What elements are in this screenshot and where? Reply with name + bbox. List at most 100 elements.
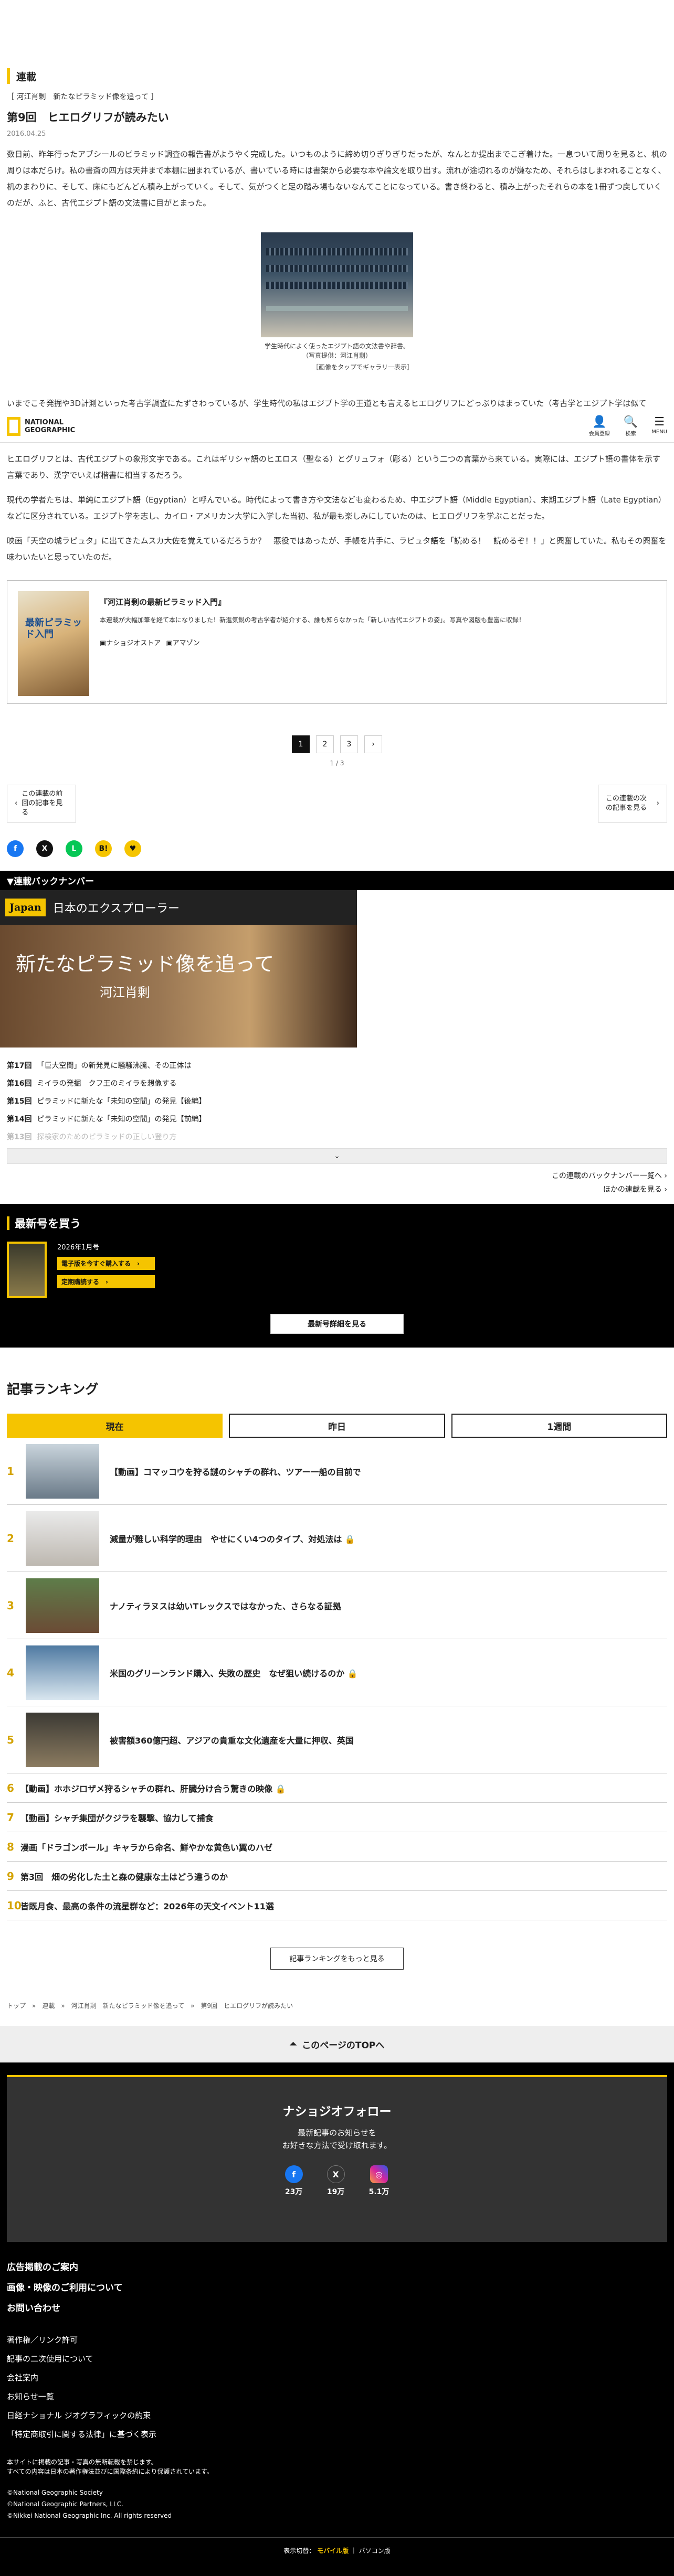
ranking-item[interactable]: 10 皆既月食、最高の条件の流星群など：2026年の天文イベント11選 [7,1891,667,1920]
ranking-item[interactable]: 1 【動画】コマッコウを狩る謎のシャチの群れ、ツアー一船の目前で [7,1438,667,1505]
site-header: NATIONAL GEOGRAPHIC 👤 会員登録 🔍 検索 ☰ MENU [0,410,674,443]
natgeo-store-link[interactable]: ▣ナショジオストア [100,637,161,647]
ranking-more-button[interactable]: 記事ランキングをもっと見る [270,1948,404,1970]
book-cover[interactable]: 最新ピラミッド入門 [18,591,89,696]
member-button[interactable]: 👤 会員登録 [589,415,610,437]
series-heading: 連載 [7,68,667,84]
book-description: 本連載が大幅加筆を経て本になりました！新進気鋭の考古学者が紹介する、誰も知らなか… [100,616,525,624]
series-name-link[interactable]: ［ 河江肖剰 新たなピラミッド像を追って ］ [7,91,667,102]
tab-week[interactable]: 1週間 [451,1414,667,1438]
mobile-view-link[interactable]: モバイル版 [317,2547,349,2554]
footer-link[interactable]: 日経ナショナル ジオグラフィックの約束 [7,2406,667,2425]
subscribe-button[interactable]: 定期購読する › [57,1275,155,1288]
banner-title: 日本のエクスプローラー [52,902,180,915]
back-to-top-button[interactable]: ⏶ このページのTOPへ [0,2026,674,2062]
magazine-cover[interactable] [7,1242,47,1298]
share-buttons: f X L B! ♥ [7,840,667,857]
ranking-item[interactable]: 3 ナノティラヌスは幼いTレックスではなかった、さらなる証拠 [7,1572,667,1639]
ranking-item[interactable]: 5 被害額360億円超、アジアの貴重な文化遺産を大量に押収、英国 [7,1706,667,1773]
footer-link[interactable]: 会社案内 [7,2368,667,2387]
book-title: 『河江肖剰の最新ピラミッド入門』 [100,597,226,607]
backnumber-heading: ▼連載バックナンバー [0,871,674,890]
pocket-share-icon[interactable]: ♥ [124,840,141,857]
latest-detail-button[interactable]: 最新号詳細を見る [270,1314,404,1334]
ranking-item[interactable]: 2 減量が難しい科学的理由 やせにくい4つのタイプ、対処法は 🔒 [7,1505,667,1572]
footer-link[interactable]: お問い合わせ [7,2299,667,2319]
japan-badge: Japan [5,899,46,916]
next-article-button[interactable]: この連載の次の記事を見る › [598,785,667,822]
follow-text: 最新記事のお知らせを お好きな方法で受け取れます。 [282,2128,392,2150]
arrow-up-icon: ⏶ [289,2039,297,2049]
ranking-title: 記事ランキング [7,1382,99,1397]
books-photo[interactable] [261,232,413,337]
facebook-share-icon[interactable]: f [7,840,24,857]
page-1[interactable]: 1 [292,735,310,753]
series-banner[interactable]: Japan 日本のエクスプローラー 新たなピラミッド像を追って 河江肖剰 [0,890,357,1047]
list-item[interactable]: 第14回 ピラミッドに新たな「未知の空間」の発見【前編】 [7,1113,667,1126]
backnumber-list: 第17回 「巨大空間」の新発見に騒騒沸騰、その正体は 第16回 ミイラの発掘 クフ王… [7,1059,667,1144]
list-item[interactable]: 第15回 ピラミッドに新たな「未知の空間」の発見【後編】 [7,1095,667,1108]
page-2[interactable]: 2 [316,735,334,753]
article-paragraph-2: いまでこそ発掘や3D計測といった考古学調査にたずさわっているが、学生時代の私はエ… [7,399,647,408]
footer-link[interactable]: 「特定商取引に関する法律」に基づく表示 [7,2425,667,2444]
latest-issue-title: 最新号を買う [15,1217,81,1230]
orca-thumbnail[interactable] [26,1444,99,1499]
chevron-left-icon: ‹ [15,799,18,807]
ranking-item[interactable]: 9 第3回 畑の劣化した土と森の健康な土はどう違うのか [7,1862,667,1891]
ranking-item[interactable]: 8 漫画「ドラゴンボール」キャラから命名、鮮やかな黄色い翼のハゼ [7,1832,667,1862]
breadcrumb[interactable]: トップ » 連載 » 河江肖剰 新たなピラミッド像を追って » 第9回 ヒエログ… [7,2001,667,2010]
next-page-button[interactable]: › [364,735,382,753]
x-follow[interactable]: X 19万 [327,2165,345,2197]
instagram-follow[interactable]: ◎ 5.1万 [369,2165,389,2197]
article-paragraph-5: 映画「天空の城ラピュタ」に出てきたムスカ大佐を覚えているだろうか？ 悪役ではあっ… [7,536,667,562]
hatena-share-icon[interactable]: B! [95,840,112,857]
buy-digital-button[interactable]: 電子版を今すぐ購入する › [57,1257,155,1270]
list-item[interactable]: 第16回 ミイラの発掘 クフ王のミイラを想像する [7,1077,667,1091]
tab-yesterday[interactable]: 昨日 [229,1414,445,1438]
list-item[interactable]: 第13回 探検家のためのピラミッドの正しい登り方 [7,1130,667,1144]
menu-button[interactable]: ☰ MENU [651,415,667,437]
figure-caption: 学生時代によく使ったエジプト語の文法書や辞書。 （写真提供：河江肖剰） [264,343,409,359]
article-figure[interactable]: 学生時代によく使ったエジプト語の文法書や辞書。 （写真提供：河江肖剰） ［画像を… [261,232,413,371]
book-promo: 最新ピラミッド入門 『河江肖剰の最新ピラミッド入門』 本連載が大幅加筆を経て本に… [7,580,667,704]
footer-link[interactable]: 広告掲載のご案内 [7,2258,667,2278]
footer-link[interactable]: お知らせ一覧 [7,2387,667,2406]
follow-title: ナショジオフォロー [282,2105,392,2119]
article-paragraph-1: 数日前、昨年行ったアブシールのピラミッド調査の報告書がようやく完成した。いつもの… [7,149,667,208]
x-icon: X [327,2165,345,2183]
hamburger-icon: ☰ [654,415,665,429]
article-paragraph-3: ヒエログリフとは、古代エジプトの象形文字である。これはギリシャ語のヒエロス（聖な… [7,454,660,480]
greenland-thumbnail[interactable] [26,1645,99,1700]
other-series-link[interactable]: ほかの連載を見る › [7,1183,667,1196]
pc-view-link[interactable]: パソコン版 [359,2547,391,2554]
amazon-link[interactable]: ▣アマゾン [166,637,199,647]
pagination: 1 2 3 › [7,735,667,753]
search-button[interactable]: 🔍 検索 [624,415,638,437]
tab-now[interactable]: 現在 [7,1414,223,1438]
ng-logo[interactable]: NATIONAL GEOGRAPHIC [7,416,75,436]
issue-label: 2026年1月号 [57,1244,100,1252]
follow-section: ナショジオフォロー 最新記事のお知らせを お好きな方法で受け取れます。 f 23万 … [7,2075,667,2242]
list-item[interactable]: 第17回 「巨大空間」の新発見に騒騒沸騰、その正体は [7,1059,667,1073]
footer-secondary-links: 著作権／リンク許可 記事の二次使用について 会社案内 お知らせ一覧 日経ナショナ… [0,2319,674,2444]
facebook-follow[interactable]: f 23万 [285,2165,303,2197]
banner-main-title: 新たなピラミッド像を追って [16,953,275,976]
footer-link[interactable]: 画像・映像のご利用について [7,2278,667,2299]
footer-link[interactable]: 著作権／リンク許可 [7,2331,667,2349]
line-share-icon[interactable]: L [66,840,82,857]
ranking-item[interactable]: 6 【動画】ホホジロザメ狩るシャチの群れ、肝臓分け合う驚きの映像 🔒 [7,1773,667,1803]
prev-article-button[interactable]: ‹ この連載の前回の記事を見る [7,785,76,822]
page-3[interactable]: 3 [340,735,358,753]
artifacts-thumbnail[interactable] [26,1712,99,1767]
ranking-item[interactable]: 7 【動画】シャチ集団がクジラを襲撃、協力して捕食 [7,1803,667,1832]
expand-list-button[interactable]: ⌄ [7,1148,667,1164]
copyright-note: 本サイトに掲載の記事・写真の無断転載を禁じます。 すべての内容は日本の著作権法並… [7,2459,213,2475]
footer-link[interactable]: 記事の二次使用について [7,2349,667,2368]
header-icons: 👤 会員登録 🔍 検索 ☰ MENU [589,415,667,437]
ranking-item[interactable]: 4 米国のグリーンランド購入、失敗の歴史 なぜ狙い続けるのか 🔒 [7,1639,667,1706]
gallery-link[interactable]: ［画像をタップでギャラリー表示］ [261,362,413,371]
scale-thumbnail[interactable] [26,1511,99,1566]
dinosaur-thumbnail[interactable] [26,1578,99,1633]
backnumber-index-link[interactable]: この連載のバックナンバー一覧へ › [7,1169,667,1183]
x-share-icon[interactable]: X [36,840,53,857]
